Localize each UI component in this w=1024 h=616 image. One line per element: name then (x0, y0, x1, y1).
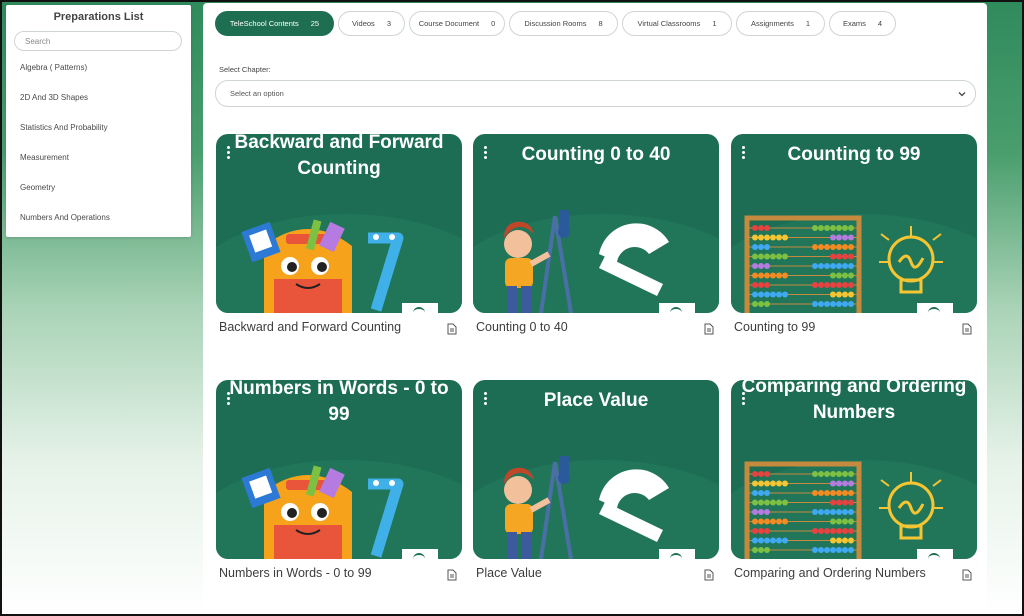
tab-label: Exams (842, 19, 866, 28)
tab-label: Course Document (418, 19, 480, 28)
content-card[interactable]: Counting 0 to 40 Counting 0 to 40 (473, 134, 719, 344)
thumbnail-title: Counting 0 to 40 (521, 144, 671, 165)
tab-exams[interactable]: Exams 4 (829, 11, 896, 36)
content-card[interactable]: Numbers in Words - 0 to 99 Numbers in Wor… (216, 380, 462, 590)
more-options-icon[interactable] (482, 146, 488, 160)
card-title[interactable]: Comparing and Ordering Numbers (734, 566, 926, 580)
sidebar-item-measurement[interactable]: Measurement (6, 143, 191, 173)
card-title[interactable]: Place Value (476, 566, 542, 580)
chevron-down-icon (958, 92, 966, 97)
tab-count: 3 (386, 19, 391, 28)
card-thumbnail[interactable]: Place Value (473, 380, 719, 559)
thumbnail-title: Place Value (543, 390, 649, 411)
document-icon[interactable] (704, 323, 714, 335)
content-card[interactable]: Comparing and Ordering Numbers Comparing … (731, 380, 977, 590)
content-card[interactable]: Backward and Forward Counting Backward an… (216, 134, 462, 344)
document-icon[interactable] (962, 569, 972, 581)
tab-label: Discussion Rooms (524, 19, 587, 28)
thumbnail-badge (917, 549, 953, 559)
card-thumbnail[interactable]: Numbers in Words - 0 to 99 (216, 380, 462, 559)
card-thumbnail[interactable]: Backward and Forward Counting (216, 134, 462, 313)
main-panel: TeleSchool Contents 25 Videos 3 Course D… (203, 3, 987, 616)
card-thumbnail[interactable]: Counting to 99 (731, 134, 977, 313)
chapter-select[interactable]: Select an option (215, 80, 976, 107)
tab-label: Videos (352, 19, 375, 28)
tab-label: Virtual Classrooms (637, 19, 701, 28)
card-thumbnail[interactable]: Counting 0 to 40 (473, 134, 719, 313)
more-options-icon[interactable] (225, 146, 231, 160)
thumbnail-title: Backward and Forward Counting (234, 134, 444, 179)
sidebar-item-algebra[interactable]: Algebra ( Patterns) (6, 53, 191, 83)
more-options-icon[interactable] (225, 392, 231, 406)
card-thumbnail[interactable]: Comparing and Ordering Numbers (731, 380, 977, 559)
content-card[interactable]: Place Value Place Value (473, 380, 719, 590)
search-input[interactable] (14, 31, 182, 51)
tab-teleschool-contents[interactable]: TeleSchool Contents 25 (215, 11, 334, 36)
tab-virtual-classrooms[interactable]: Virtual Classrooms 1 (622, 11, 732, 36)
tab-count: 0 (491, 19, 496, 28)
tab-count: 4 (877, 19, 883, 28)
tab-count: 25 (310, 19, 320, 28)
tab-count: 1 (712, 19, 717, 28)
document-icon[interactable] (962, 323, 972, 335)
thumbnail-badge (917, 303, 953, 313)
thumbnail-title: Counting to 99 (787, 144, 921, 165)
card-title[interactable]: Numbers in Words - 0 to 99 (219, 566, 372, 580)
preparations-sidebar: Preparations List Algebra ( Patterns) 2D… (6, 5, 191, 237)
chapter-select-value: Select an option (230, 89, 284, 98)
content-card[interactable]: Counting to 99 Counting to 99 (731, 134, 977, 344)
more-options-icon[interactable] (482, 392, 488, 406)
thumbnail-badge (402, 303, 438, 313)
tab-discussion-rooms[interactable]: Discussion Rooms 8 (509, 11, 618, 36)
document-icon[interactable] (447, 323, 457, 335)
tab-videos[interactable]: Videos 3 (338, 11, 405, 36)
card-title[interactable]: Counting to 99 (734, 320, 815, 334)
document-icon[interactable] (447, 569, 457, 581)
content-tabs: TeleSchool Contents 25 Videos 3 Course D… (215, 11, 896, 36)
tab-label: TeleSchool Contents (229, 19, 299, 28)
sidebar-item-numbers[interactable]: Numbers And Operations (6, 203, 191, 233)
thumbnail-badge (659, 303, 695, 313)
sidebar-title: Preparations List (53, 11, 144, 23)
thumbnail-title: Comparing and Ordering Numbers (741, 380, 967, 423)
tab-count: 8 (598, 19, 603, 28)
card-title[interactable]: Backward and Forward Counting (219, 320, 401, 334)
document-icon[interactable] (704, 569, 714, 581)
thumbnail-badge (659, 549, 695, 559)
sidebar-item-geometry[interactable]: Geometry (6, 173, 191, 203)
more-options-icon[interactable] (740, 392, 746, 406)
thumbnail-title: Numbers in Words - 0 to 99 (229, 380, 449, 425)
tab-course-document[interactable]: Course Document 0 (409, 11, 505, 36)
sidebar-item-shapes[interactable]: 2D And 3D Shapes (6, 83, 191, 113)
card-title[interactable]: Counting 0 to 40 (476, 320, 568, 334)
thumbnail-badge (402, 549, 438, 559)
chapter-label: Select Chapter: (219, 65, 271, 74)
tab-assignments[interactable]: Assignments 1 (736, 11, 825, 36)
tab-label: Assignments (750, 19, 794, 28)
sidebar-item-statistics[interactable]: Statistics And Probability (6, 113, 191, 143)
tab-count: 1 (805, 19, 811, 28)
more-options-icon[interactable] (740, 146, 746, 160)
sidebar-list: Algebra ( Patterns) 2D And 3D Shapes Sta… (6, 53, 191, 233)
